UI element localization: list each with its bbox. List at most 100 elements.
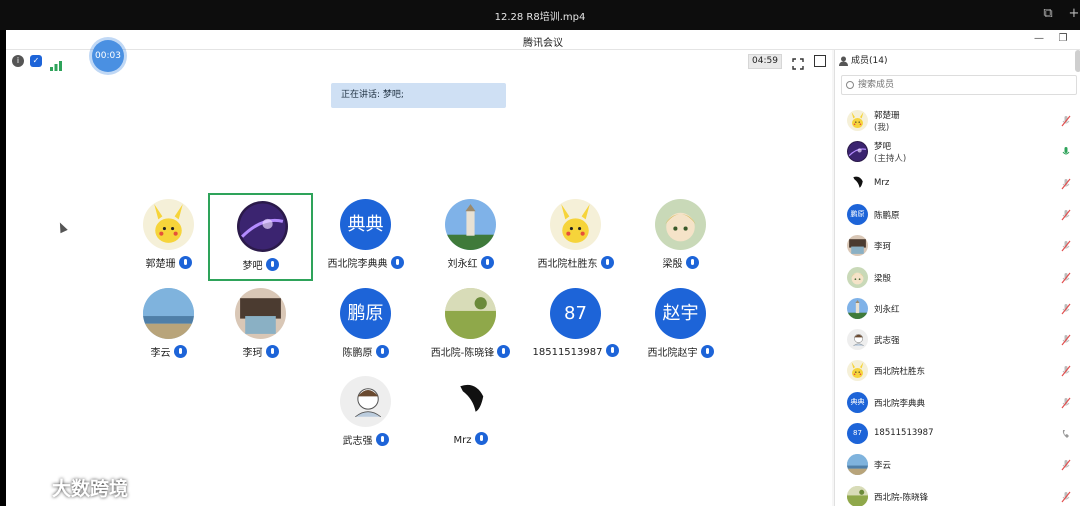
restore-icon[interactable]: ❐ xyxy=(1056,32,1070,46)
participant-avatar xyxy=(550,199,601,250)
participant-name: 梁殷 xyxy=(662,259,683,270)
member-row[interactable]: 西北院-陈晓锋 xyxy=(835,482,1080,506)
layout-toggle-icon[interactable] xyxy=(814,55,826,67)
participant-avatar xyxy=(655,199,706,250)
microphone-icon[interactable] xyxy=(1061,146,1071,158)
signal-icon[interactable] xyxy=(50,56,62,71)
participant-avatar xyxy=(445,376,496,427)
microphone-muted-icon[interactable] xyxy=(1061,303,1071,315)
members-header: 成员(14) xyxy=(835,50,1080,72)
participant-tile[interactable]: 西北院杜胜东 xyxy=(523,193,628,281)
microphone-muted-icon[interactable] xyxy=(1061,240,1071,252)
member-avatar: 鹏原 xyxy=(847,203,868,225)
participant-name-row: 梦吧 xyxy=(210,257,311,272)
video-grid-pane: i ✓ 00:03 04:59 正在讲话: 梦吧; 郭楚珊 梦吧 典典 西北院李典典刘… xyxy=(6,40,832,506)
participant-name-row: 梁殷 xyxy=(628,255,733,270)
microphone-muted-icon[interactable] xyxy=(1061,491,1071,503)
member-avatar xyxy=(847,141,868,163)
member-row[interactable]: 郭楚珊 (我) xyxy=(835,106,1080,137)
participant-name-row: 西北院赵宇 xyxy=(628,344,733,359)
participant-name: 武志强 xyxy=(342,436,373,447)
participant-name-row: 李珂 xyxy=(208,344,313,359)
participant-avatar: 赵宇 xyxy=(655,288,706,339)
microphone-icon xyxy=(265,345,279,358)
participant-name-row: 西北院杜胜东 xyxy=(523,255,628,270)
member-row[interactable]: 武志强 xyxy=(835,325,1080,356)
mouse-cursor xyxy=(56,220,68,234)
member-name: 陈鹏原 xyxy=(874,210,900,221)
video-player-bar: 12.28 R8培训.mp4 ⧉ + xyxy=(0,0,1080,30)
member-row[interactable]: 鹏原 陈鹏原 xyxy=(835,200,1080,231)
microphone-muted-icon[interactable] xyxy=(1061,365,1071,377)
participant-name-row: 西北院-陈晓锋 xyxy=(418,344,523,359)
member-row[interactable]: Mrz xyxy=(835,169,1080,200)
participant-name-row: 武志强 xyxy=(313,432,418,447)
phone-icon xyxy=(605,344,619,357)
members-panel: 成员(14) 郭楚珊 (我) 梦吧(主持人) Mrz 鹏原陈鹏原李珂梁殷刘永红武志强西北… xyxy=(834,50,1080,506)
participant-name: 李珂 xyxy=(242,348,263,359)
participant-tile[interactable]: 郭楚珊 xyxy=(116,193,221,281)
member-row[interactable]: 87 18511513987 xyxy=(835,419,1080,450)
participant-tile[interactable]: 赵宇 西北院赵宇 xyxy=(628,282,733,370)
participant-tile[interactable]: 西北院-陈晓锋 xyxy=(418,282,523,370)
shield-icon[interactable]: ✓ xyxy=(30,55,42,67)
meeting-window: 腾讯会议 — ❐ i ✓ 00:03 04:59 正在讲话: 梦吧; 郭楚珊 梦吧… xyxy=(6,30,1080,506)
participant-tile[interactable]: 武志强 xyxy=(313,370,418,458)
speaking-indicator: 正在讲话: 梦吧; xyxy=(331,83,506,108)
member-avatar xyxy=(847,297,868,319)
participant-tile[interactable]: 鹏原 陈鹏原 xyxy=(313,282,418,370)
member-row[interactable]: 典典 西北院李典典 xyxy=(835,388,1080,419)
microphone-muted-icon[interactable] xyxy=(1061,397,1071,409)
microphone-icon xyxy=(480,256,494,269)
participant-tile[interactable]: 87 18511513987 xyxy=(523,282,628,370)
more-icon[interactable]: + xyxy=(1066,6,1080,22)
member-avatar: 典典 xyxy=(847,391,868,413)
member-avatar xyxy=(847,266,868,288)
members-scrollbar[interactable] xyxy=(1075,50,1080,72)
member-avatar xyxy=(847,172,868,194)
participant-tile[interactable]: 梁殷 xyxy=(628,193,733,281)
participant-avatar: 典典 xyxy=(340,199,391,250)
participant-name-row: 西北院李典典 xyxy=(313,255,418,270)
participant-tile[interactable]: 李珂 xyxy=(208,282,313,370)
participant-tile[interactable]: 刘永红 xyxy=(418,193,523,281)
microphone-muted-icon[interactable] xyxy=(1061,209,1071,221)
fullscreen-icon[interactable] xyxy=(792,55,804,70)
participant-tile[interactable]: 典典 西北院李典典 xyxy=(313,193,418,281)
member-role: (我) xyxy=(874,123,890,133)
member-search-box[interactable] xyxy=(841,75,1077,95)
member-row[interactable]: 梦吧 (主持人) xyxy=(835,137,1080,168)
microphone-muted-icon[interactable] xyxy=(1061,115,1071,127)
participant-avatar xyxy=(143,199,194,250)
participant-name-row: 18511513987 xyxy=(523,344,628,358)
participant-tile[interactable]: 李云 xyxy=(116,282,221,370)
microphone-muted-icon[interactable] xyxy=(1061,459,1071,471)
microphone-muted-icon[interactable] xyxy=(1061,272,1071,284)
minimize-icon[interactable]: — xyxy=(1032,32,1046,46)
picture-in-picture-icon[interactable]: ⧉ xyxy=(1040,6,1056,22)
recording-timer[interactable]: 00:03 xyxy=(92,40,124,72)
participant-name: 梦吧 xyxy=(242,261,263,272)
member-row[interactable]: 梁殷 xyxy=(835,263,1080,294)
phone-icon[interactable] xyxy=(1061,428,1071,440)
microphone-icon xyxy=(375,345,389,358)
microphone-icon xyxy=(178,256,192,269)
member-search-input[interactable] xyxy=(858,78,1058,92)
member-row[interactable]: 西北院杜胜东 xyxy=(835,356,1080,387)
microphone-icon xyxy=(700,345,714,358)
participant-avatar xyxy=(235,288,286,339)
microphone-icon xyxy=(173,345,187,358)
member-row[interactable]: 刘永红 xyxy=(835,294,1080,325)
member-row[interactable]: 李云 xyxy=(835,450,1080,481)
microphone-icon xyxy=(600,256,614,269)
member-row[interactable]: 李珂 xyxy=(835,231,1080,262)
members-count-label: 成员(14) xyxy=(851,56,888,66)
participant-tile[interactable]: Mrz xyxy=(418,370,523,458)
participant-tile[interactable]: 梦吧 xyxy=(208,193,313,281)
watermark-text: 大数跨境 xyxy=(52,478,129,500)
info-icon[interactable]: i xyxy=(12,55,24,67)
member-name: Mrz xyxy=(874,177,890,188)
participant-name: 西北院-陈晓锋 xyxy=(430,348,495,359)
microphone-muted-icon[interactable] xyxy=(1061,334,1071,346)
microphone-muted-icon[interactable] xyxy=(1061,178,1071,190)
